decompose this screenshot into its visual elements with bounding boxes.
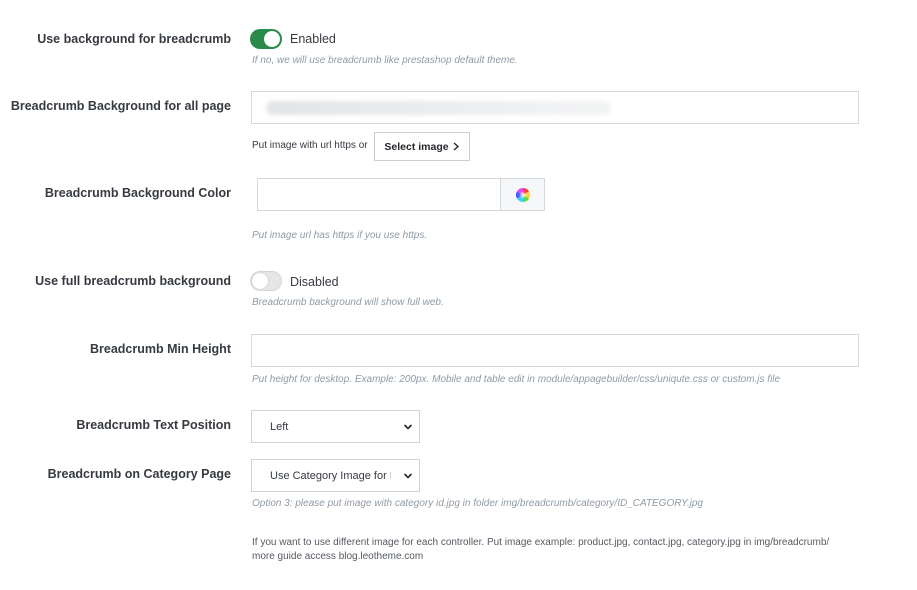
full-bg-state: Disabled bbox=[290, 275, 339, 289]
chevron-down-icon bbox=[403, 424, 413, 430]
select-image-button[interactable]: Select image bbox=[374, 132, 470, 161]
text-position-label: Breadcrumb Text Position bbox=[76, 418, 231, 432]
select-image-label: Select image bbox=[384, 140, 449, 153]
full-bg-help: Breadcrumb background will show full web… bbox=[252, 297, 444, 308]
blurred-url-value bbox=[266, 101, 611, 115]
bg-image-url-input[interactable] bbox=[251, 91, 859, 124]
color-picker-button[interactable] bbox=[500, 178, 545, 211]
bg-all-page-note: Put image with url https or bbox=[252, 140, 368, 151]
use-bg-toggle[interactable] bbox=[250, 29, 282, 49]
min-height-help: Put height for desktop. Example: 200px. … bbox=[252, 374, 781, 385]
toggle-knob bbox=[252, 273, 268, 289]
use-bg-state: Enabled bbox=[290, 32, 336, 46]
use-bg-label: Use background for breadcrumb bbox=[37, 32, 231, 46]
category-page-select[interactable]: Use Category Image for Br bbox=[251, 459, 420, 492]
bg-color-label: Breadcrumb Background Color bbox=[44, 186, 231, 200]
category-page-help: Option 3: please put image with category… bbox=[252, 498, 703, 509]
bg-color-help: Put image url has https if you use https… bbox=[252, 230, 428, 241]
chevron-right-icon bbox=[453, 142, 459, 151]
category-page-label: Breadcrumb on Category Page bbox=[47, 467, 231, 481]
full-bg-toggle[interactable] bbox=[250, 271, 282, 291]
bg-color-input[interactable] bbox=[257, 178, 501, 211]
toggle-knob bbox=[264, 31, 280, 47]
min-height-input[interactable] bbox=[251, 334, 859, 367]
color-wheel-icon bbox=[516, 188, 530, 202]
use-bg-help: If no, we will use breadcrumb like prest… bbox=[252, 55, 518, 66]
chevron-down-icon bbox=[403, 473, 413, 479]
min-height-label: Breadcrumb Min Height bbox=[90, 342, 231, 356]
footer-note-line1: If you want to use different image for e… bbox=[252, 537, 830, 548]
category-page-value: Use Category Image for Br bbox=[270, 469, 391, 482]
text-position-value: Left bbox=[270, 420, 289, 433]
text-position-select[interactable]: Left bbox=[251, 410, 420, 443]
footer-note-line2: more guide access blog.leotheme.com bbox=[252, 551, 424, 562]
full-bg-label: Use full breadcrumb background bbox=[35, 274, 231, 288]
bg-all-page-label: Breadcrumb Background for all page bbox=[10, 99, 231, 113]
